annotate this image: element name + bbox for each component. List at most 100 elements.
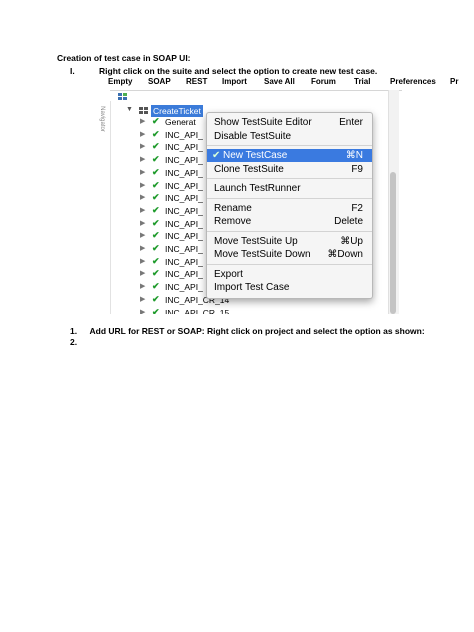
menu-item-label: Disable TestSuite <box>214 130 292 142</box>
menu-item-label: New TestCase <box>223 150 288 161</box>
menu-item[interactable]: Clone TestSuite F9 <box>207 163 372 176</box>
expand-arrow-icon[interactable]: ▼ <box>126 106 133 113</box>
menu-item-label: Move TestSuite Down <box>214 249 311 260</box>
menu-item[interactable]: Show TestSuite Editor Enter <box>207 116 372 129</box>
expand-arrow-icon[interactable]: ▶ <box>140 257 145 265</box>
menu-separator <box>207 263 372 265</box>
menu-separator <box>207 145 372 146</box>
expand-arrow-icon[interactable]: ▶ <box>140 308 145 315</box>
menu-separator <box>207 197 372 199</box>
test-case-label[interactable]: INC_API_ <box>165 168 203 178</box>
menu-item[interactable]: Rename F2 <box>207 202 372 215</box>
navigator-divider <box>110 90 402 91</box>
toolbar-button[interactable]: Pr <box>450 77 458 86</box>
expand-arrow-icon[interactable]: ▶ <box>140 193 145 201</box>
toolbar-button[interactable]: Forum <box>311 77 336 86</box>
menu-item[interactable]: Import Test Case <box>207 281 372 294</box>
menu-item-shortcut: Delete <box>334 216 363 227</box>
list-number: 1. <box>70 326 78 336</box>
check-icon: ✔ <box>152 204 160 215</box>
menu-item-label: Remove <box>214 216 252 227</box>
check-icon: ✔ <box>152 255 160 266</box>
test-case-label[interactable]: Generat <box>165 117 196 127</box>
test-case-label[interactable]: INC_API_ <box>165 269 203 279</box>
expand-arrow-icon[interactable]: ▶ <box>140 231 145 239</box>
toolbar-button[interactable]: REST <box>186 77 207 86</box>
check-icon: ✔ <box>152 166 160 177</box>
menu-item-shortcut: F9 <box>351 163 363 175</box>
expand-arrow-icon[interactable]: ▶ <box>140 219 145 227</box>
expand-arrow-icon[interactable]: ▶ <box>140 130 145 138</box>
check-icon: ✔ <box>152 154 160 165</box>
toolbar-button[interactable]: Save All <box>264 77 295 86</box>
toolbar-button[interactable]: Empty <box>108 77 132 86</box>
test-case-label[interactable]: INC_API_ <box>165 142 203 152</box>
test-case-label[interactable]: INC_API_ <box>165 206 203 216</box>
check-icon: ✔ <box>152 192 160 203</box>
menu-item-label: Launch TestRunner <box>214 183 301 194</box>
menu-item[interactable]: Launch TestRunner <box>207 182 372 195</box>
test-suite-icon <box>139 107 148 115</box>
check-icon: ✔ <box>152 281 160 292</box>
expand-arrow-icon[interactable]: ▶ <box>140 282 145 290</box>
check-icon: ✔ <box>152 217 160 228</box>
expand-arrow-icon[interactable]: ▶ <box>140 168 145 176</box>
test-case-label[interactable]: INC_API_ <box>165 231 203 241</box>
check-icon: ✔ <box>152 230 160 241</box>
check-icon: ✔ <box>152 293 160 304</box>
test-case-label[interactable]: INC_API_CR_15 <box>165 308 229 315</box>
check-icon: ✔ <box>152 243 160 253</box>
menu-item-shortcut: Enter <box>339 117 363 128</box>
menu-item-label: Clone TestSuite <box>214 163 284 175</box>
expand-arrow-icon[interactable]: ▶ <box>140 206 145 214</box>
test-case-label[interactable]: INC_API_ <box>165 257 203 267</box>
menu-item[interactable]: ✔ New TestCase ⌘N <box>207 149 372 162</box>
menu-item-shortcut: ⌘Up <box>340 235 363 247</box>
check-icon: ✔ <box>212 150 221 161</box>
menu-item-shortcut: ⌘N <box>345 150 363 161</box>
menu-item[interactable]: Disable TestSuite <box>207 130 372 143</box>
check-icon: ✔ <box>152 179 160 190</box>
menu-item-label: Move TestSuite Up <box>214 235 298 247</box>
menu-item[interactable]: Remove Delete <box>207 215 372 228</box>
expand-arrow-icon[interactable]: ▶ <box>140 181 145 189</box>
test-case-label[interactable]: INC_API_ <box>165 282 203 292</box>
menu-item-label: Import Test Case <box>214 282 290 293</box>
check-icon: ✔ <box>152 268 160 279</box>
check-icon: ✔ <box>152 306 160 315</box>
menu-item-label: Export <box>214 268 243 280</box>
menu-item[interactable]: Export <box>207 268 372 281</box>
expand-arrow-icon[interactable]: ▶ <box>140 269 145 277</box>
menu-item-label: Rename <box>214 202 252 214</box>
menu-separator <box>207 230 372 232</box>
menu-item-shortcut: F2 <box>351 202 363 214</box>
toolbar-button[interactable]: Preferences <box>390 77 436 86</box>
list-number: 2. <box>70 337 78 347</box>
toolbar-button[interactable]: Import <box>222 77 247 86</box>
expand-arrow-icon[interactable]: ▶ <box>140 142 145 150</box>
menu-separator <box>207 178 372 179</box>
expand-arrow-icon[interactable]: ▶ <box>140 117 145 125</box>
check-icon: ✔ <box>152 141 160 152</box>
test-case-label[interactable]: INC_API_ <box>165 244 203 254</box>
context-menu: Show TestSuite Editor Enter Disable TestSu… <box>206 112 373 299</box>
expand-arrow-icon[interactable]: ▶ <box>140 295 145 303</box>
tree-view-icon[interactable] <box>118 93 128 101</box>
toolbar-button[interactable]: SOAP <box>148 77 171 86</box>
expand-arrow-icon[interactable]: ▶ <box>140 244 145 252</box>
step-text: Right click on the suite and select the … <box>99 66 378 76</box>
toolbar-button[interactable]: Trial <box>354 77 370 86</box>
test-case-label[interactable]: INC_API_ <box>165 193 203 203</box>
menu-item[interactable]: Move TestSuite Up ⌘Up <box>207 235 372 248</box>
expand-arrow-icon[interactable]: ▶ <box>140 155 145 163</box>
list-text: Add URL for REST or SOAP: Right click on… <box>89 326 425 336</box>
test-case-label[interactable]: INC_API_ <box>165 219 203 229</box>
menu-item-label: Show TestSuite Editor <box>214 117 312 128</box>
test-case-label[interactable]: INC_API_ <box>165 181 203 191</box>
check-icon: ✔ <box>152 128 160 139</box>
test-case-label[interactable]: INC_API_ <box>165 155 203 165</box>
menu-item[interactable]: Move TestSuite Down ⌘Down <box>207 248 372 261</box>
scrollbar-thumb[interactable] <box>390 172 396 314</box>
menu-item-shortcut: ⌘Down <box>327 249 363 260</box>
test-case-label[interactable]: INC_API_ <box>165 130 203 140</box>
